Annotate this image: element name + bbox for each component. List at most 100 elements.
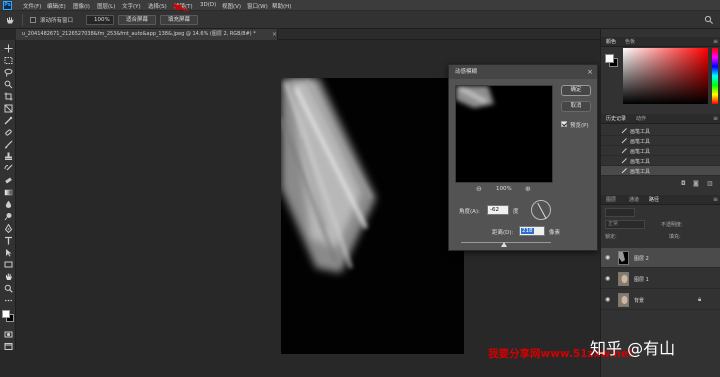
history-item[interactable]: 画笔工具 — [601, 156, 720, 166]
history-item-label: 画笔工具 — [630, 159, 651, 165]
eyedropper-tool-icon[interactable] — [3, 116, 13, 125]
rectangle-tool-icon[interactable] — [3, 260, 13, 269]
quick-mask-icon[interactable] — [3, 330, 13, 339]
zoom-out-icon[interactable]: ⊖ — [476, 185, 482, 193]
history-brush-tool-icon[interactable] — [3, 164, 13, 173]
menu-type[interactable]: 文字(Y) — [122, 2, 141, 10]
frame-tool-icon[interactable] — [3, 104, 13, 113]
brush-icon — [621, 148, 627, 154]
eraser-tool-icon[interactable] — [3, 176, 13, 185]
blend-mode-select[interactable]: 正常 — [605, 220, 645, 229]
tab-layers[interactable]: 路径 — [649, 195, 659, 205]
tab-channels[interactable]: 图层 — [606, 195, 616, 205]
panel-menu-icon[interactable]: ≡ — [713, 197, 718, 203]
fit-screen-button[interactable]: 适合屏幕 — [118, 15, 156, 25]
close-icon[interactable]: × — [587, 65, 593, 79]
history-item[interactable]: 画笔工具 — [601, 136, 720, 146]
menu-window[interactable]: 窗口(W) — [247, 2, 268, 10]
eye-icon[interactable]: ◉ — [605, 254, 610, 261]
clone-stamp-tool-icon[interactable] — [3, 152, 13, 161]
close-icon[interactable]: × — [272, 29, 277, 40]
marquee-tool-icon[interactable] — [3, 56, 13, 65]
color-panel-tabs: 颜色 色板 ≡ — [601, 37, 720, 47]
layer-row[interactable]: ◉ 图层 1 — [601, 269, 720, 289]
search-icon[interactable] — [704, 15, 714, 25]
document-tab[interactable]: u_2041482671_2126527038&fm_253&fmt_auto&… — [16, 29, 278, 40]
zoom-tool-icon[interactable] — [3, 284, 13, 293]
quick-select-tool-icon[interactable] — [3, 80, 13, 89]
menu-help[interactable]: 帮助(H) — [272, 2, 291, 10]
camera-icon[interactable]: ◙ — [693, 181, 699, 187]
watermark-zhihu: 知乎 @有山 — [590, 339, 676, 358]
tab-paths[interactable]: 通道 — [629, 195, 639, 205]
document-tab-title: u_2041482671_2126527038&fm_253&fmt_auto&… — [22, 31, 256, 37]
distance-slider-thumb[interactable] — [501, 242, 507, 247]
gradient-tool-icon[interactable] — [3, 188, 13, 197]
zoom-in-icon[interactable]: ⊕ — [525, 185, 531, 193]
fill-screen-button[interactable]: 填充屏幕 — [160, 15, 198, 25]
color-picker-field[interactable] — [623, 48, 708, 104]
history-item-active[interactable]: 画笔工具 — [601, 166, 720, 176]
distance-input[interactable]: 218 — [519, 226, 545, 236]
panel-menu-icon[interactable]: ≡ — [713, 39, 718, 45]
type-tool-icon[interactable] — [3, 236, 13, 245]
screen-mode-icon[interactable] — [3, 342, 13, 351]
eye-icon[interactable]: ◉ — [605, 275, 610, 282]
document-canvas[interactable] — [281, 78, 464, 354]
brush-tool-icon[interactable] — [3, 140, 13, 149]
angle-unit: 度 — [513, 209, 519, 215]
tab-color[interactable]: 颜色 — [606, 37, 616, 47]
scroll-all-windows-checkbox[interactable] — [30, 17, 36, 23]
crop-tool-icon[interactable] — [3, 92, 13, 101]
layers-panel-tabs: 图层 通道 路径 ≡ — [601, 195, 720, 205]
options-divider — [22, 14, 23, 26]
hue-slider[interactable] — [712, 48, 718, 104]
foreground-color-swatch[interactable] — [2, 310, 10, 318]
distance-unit: 像素 — [549, 230, 561, 236]
pen-tool-icon[interactable] — [3, 224, 13, 233]
history-item[interactable]: 画笔工具 — [601, 126, 720, 136]
angle-input[interactable]: -62 — [487, 205, 509, 215]
move-tool-icon[interactable] — [3, 44, 13, 53]
path-selection-tool-icon[interactable] — [3, 248, 13, 257]
hand-tool-icon[interactable] — [3, 272, 13, 281]
layer-row[interactable]: ◉ 背景 🔒︎ — [601, 290, 720, 310]
ok-button[interactable]: 确定 — [561, 85, 591, 96]
tab-actions[interactable]: 动作 — [636, 114, 646, 124]
distance-value: 218 — [521, 228, 534, 234]
photoshop-window: Ps 文件(F) 编辑(E) 图像(I) 图层(L) 文字(Y) 选择(S) 滤… — [0, 0, 720, 377]
layer-filter-field[interactable] — [605, 208, 635, 217]
lock-icon[interactable]: 🔒︎ — [698, 296, 701, 304]
angle-dial[interactable] — [531, 200, 551, 220]
layer-thumbnail — [618, 272, 629, 286]
history-item-label: 画笔工具 — [630, 149, 651, 155]
tab-swatches[interactable]: 色板 — [625, 37, 635, 47]
history-item[interactable]: 画笔工具 — [601, 146, 720, 156]
layer-row[interactable]: ◉ 图层 2 — [601, 248, 720, 268]
menu-image[interactable]: 图像(I) — [73, 2, 90, 10]
tab-history[interactable]: 历史记录 — [606, 114, 626, 124]
menu-select[interactable]: 选择(S) — [148, 2, 167, 10]
hand-tool-icon[interactable] — [5, 15, 15, 25]
angle-dial-needle-icon — [537, 202, 547, 220]
color-foreground-swatch[interactable] — [605, 54, 614, 63]
panel-menu-icon[interactable]: ≡ — [713, 116, 718, 122]
trash-icon[interactable]: ▥ — [707, 181, 713, 187]
distance-label: 距离(D): — [492, 230, 514, 236]
brush-icon — [621, 158, 627, 164]
zoom-field[interactable]: 100% — [86, 15, 114, 25]
menu-layer[interactable]: 图层(L) — [97, 2, 115, 10]
dodge-tool-icon[interactable] — [3, 212, 13, 221]
menu-file[interactable]: 文件(F) — [23, 2, 41, 10]
blur-tool-icon[interactable] — [3, 200, 13, 209]
dialog-preview[interactable] — [455, 85, 553, 183]
eye-icon[interactable]: ◉ — [605, 296, 610, 303]
lasso-tool-icon[interactable] — [3, 68, 13, 77]
menu-view[interactable]: 视图(V) — [222, 2, 241, 10]
preview-checkbox[interactable] — [561, 121, 567, 127]
snapshot-icon[interactable]: ◘ — [681, 181, 686, 187]
more-tools-icon[interactable] — [3, 296, 13, 305]
healing-brush-tool-icon[interactable] — [3, 128, 13, 137]
menu-edit[interactable]: 编辑(E) — [47, 2, 66, 10]
cancel-button[interactable]: 取消 — [561, 101, 591, 112]
